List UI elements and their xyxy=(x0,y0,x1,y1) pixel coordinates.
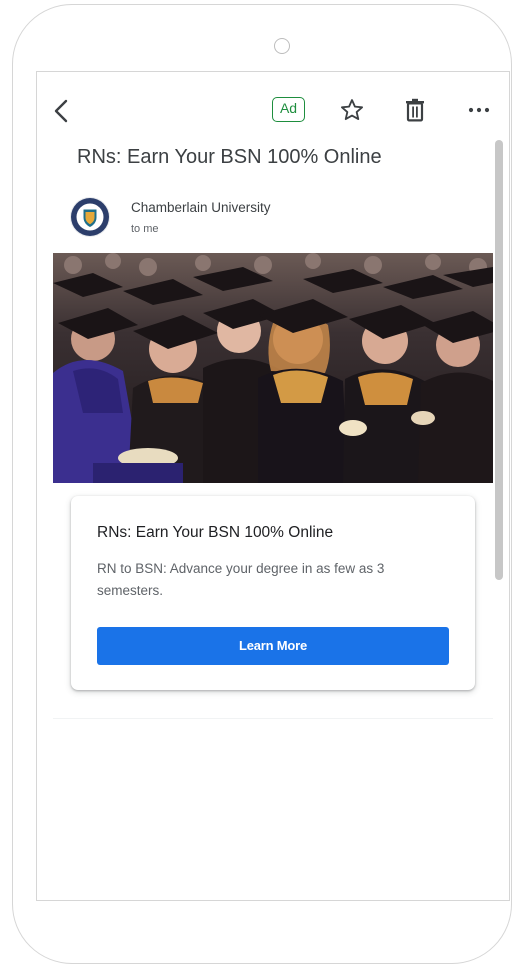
trash-icon[interactable] xyxy=(404,98,426,122)
university-logo-icon xyxy=(71,198,109,236)
learn-more-button[interactable]: Learn More xyxy=(97,627,449,665)
email-toolbar: Ad xyxy=(37,72,509,142)
content-divider xyxy=(53,718,493,719)
sender-avatar[interactable] xyxy=(70,197,110,237)
more-horizontal-icon[interactable] xyxy=(467,105,491,115)
recipient-label: to me xyxy=(131,223,159,235)
ad-card-description: RN to BSN: Advance your degree in as few… xyxy=(97,561,385,598)
email-subject: RNs: Earn Your BSN 100% Online xyxy=(77,146,382,168)
ad-card-title: RNs: Earn Your BSN 100% Online xyxy=(97,524,334,541)
ad-card[interactable]: RNs: Earn Your BSN 100% Online RN to BSN… xyxy=(71,496,475,690)
email-screen: Ad RNs: Earn Your BSN 100% Online Chambe… xyxy=(36,71,510,901)
camera-icon xyxy=(274,38,290,54)
ad-badge: Ad xyxy=(272,97,305,122)
scrollbar-thumb[interactable] xyxy=(495,140,503,580)
sender-name: Chamberlain University xyxy=(131,200,271,215)
star-outline-icon[interactable] xyxy=(339,97,365,123)
arrow-back-icon[interactable] xyxy=(51,98,71,124)
graduation-photo-image xyxy=(53,253,493,483)
graduation-photo[interactable] xyxy=(53,253,493,483)
